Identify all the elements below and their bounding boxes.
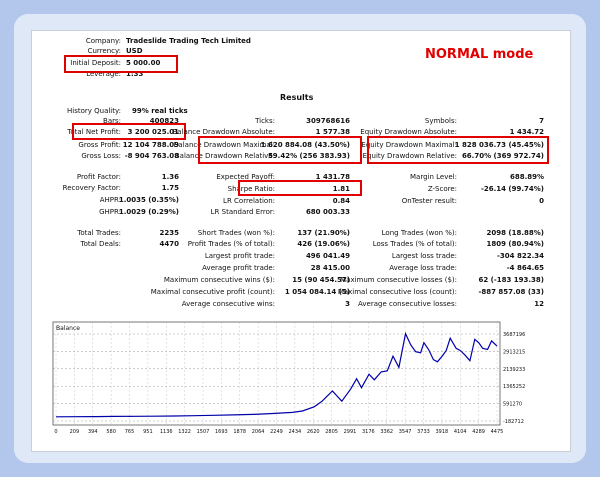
x-tick-label: 2064 [252, 429, 265, 435]
x-tick-label: 209 [70, 429, 80, 435]
x-tick-label: 4289 [472, 429, 485, 435]
x-tick-label: 1136 [160, 429, 173, 435]
x-tick-label: 3547 [399, 429, 412, 435]
x-tick-label: 2434 [289, 429, 302, 435]
x-tick-label: 0 [54, 429, 57, 435]
x-tick-label: 2249 [270, 429, 283, 435]
x-tick-label: 4104 [454, 429, 467, 435]
x-tick-label: 394 [88, 429, 98, 435]
x-tick-label: 2991 [344, 429, 357, 435]
y-tick-label: 2913215 [503, 349, 525, 355]
x-tick-label: 3362 [380, 429, 393, 435]
x-tick-label: 3733 [417, 429, 430, 435]
y-tick-label: 2139233 [503, 367, 525, 373]
y-tick-label: -182712 [503, 419, 524, 425]
x-tick-label: 2805 [325, 429, 338, 435]
x-tick-label: 1878 [233, 429, 246, 435]
x-tick-label: 1507 [197, 429, 210, 435]
chart-title: Balance [56, 325, 80, 332]
x-tick-label: 765 [125, 429, 135, 435]
x-tick-label: 580 [106, 429, 116, 435]
y-tick-label: 591270 [503, 402, 522, 408]
x-tick-label: 1693 [215, 429, 228, 435]
x-tick-label: 1322 [178, 429, 191, 435]
x-tick-label: 2620 [307, 429, 320, 435]
x-tick-label: 3918 [436, 429, 449, 435]
y-tick-label: 3687196 [503, 332, 525, 338]
y-tick-label: 1365252 [503, 384, 525, 390]
chart-plot-area [52, 321, 501, 426]
x-tick-label: 951 [143, 429, 153, 435]
balance-chart: Balance 0 209 394 580 765 951 1136 1322 1507 1693… [52, 321, 525, 435]
x-tick-label: 4475 [491, 429, 504, 435]
x-tick-label: 3176 [362, 429, 375, 435]
